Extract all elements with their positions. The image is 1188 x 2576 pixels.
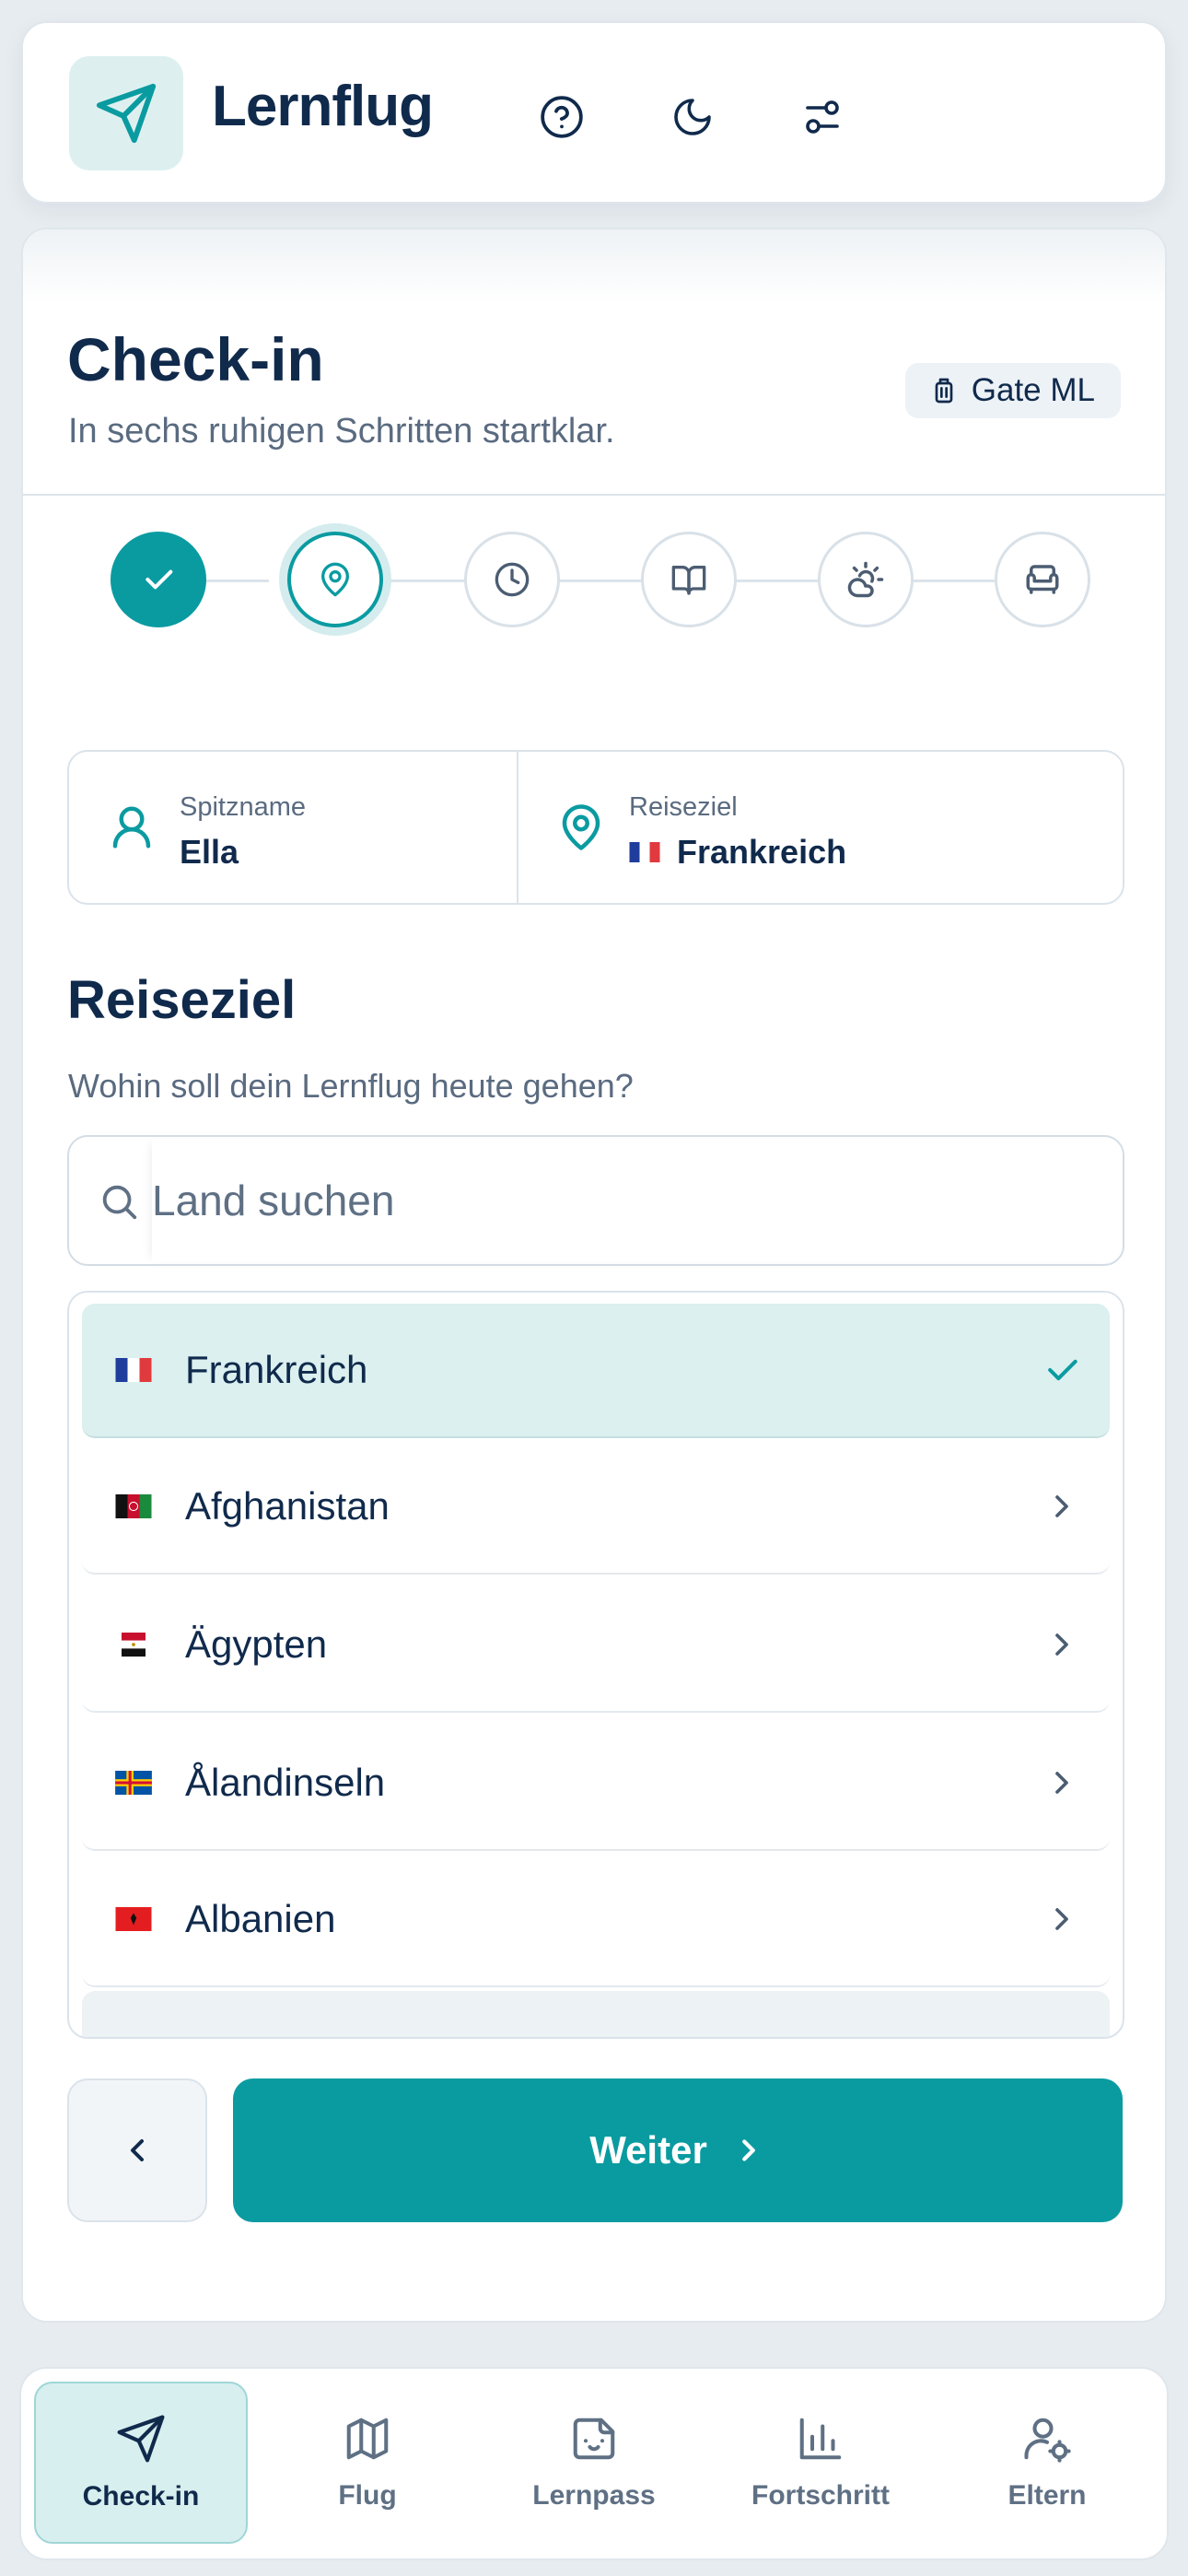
- step-2[interactable]: [287, 532, 383, 627]
- nickname-label: Spitzname: [180, 792, 307, 822]
- flag-france-icon: [629, 842, 660, 862]
- country-item-afghanistan[interactable]: Afghanistan: [82, 1440, 1110, 1575]
- gate-label: Gate ML: [971, 372, 1095, 408]
- nav-label: Eltern: [1007, 2480, 1087, 2511]
- flag-aland-icon: [115, 1771, 152, 1795]
- country-list: Frankreich Afghanistan Ägypten Ålandinse…: [67, 1291, 1124, 2039]
- country-item-aegypten[interactable]: Ägypten: [82, 1578, 1110, 1713]
- map-icon: [346, 2418, 389, 2460]
- clock-icon: [495, 562, 530, 597]
- summary-nickname[interactable]: Spitzname Ella: [69, 752, 518, 903]
- summary-destination[interactable]: Reiseziel Frankreich: [518, 752, 1123, 903]
- user-cog-icon: [1024, 2418, 1071, 2463]
- country-item-albanien[interactable]: Albanien: [82, 1853, 1110, 1987]
- page-subtitle: In sechs ruhigen Schritten startklar.: [68, 412, 615, 451]
- step-3[interactable]: [464, 532, 560, 627]
- help-button[interactable]: [534, 89, 589, 145]
- checkin-summary: Spitzname Ella Reiseziel Frankreich: [67, 750, 1124, 905]
- chevron-right-icon: [1055, 1495, 1068, 1517]
- flag-egypt-icon: [122, 1633, 146, 1657]
- luggage-icon: [935, 378, 953, 404]
- nav-item-flug[interactable]: Flug: [261, 2382, 474, 2544]
- list-item-partial: [82, 1991, 1110, 2037]
- nav-item-fortschritt[interactable]: Fortschritt: [714, 2382, 927, 2544]
- chevron-right-icon: [741, 2139, 755, 2161]
- next-button[interactable]: Weiter: [233, 2078, 1123, 2222]
- country-item-alandinseln[interactable]: Ålandinseln: [82, 1716, 1110, 1851]
- user-icon: [112, 806, 151, 849]
- destination-value: Frankreich: [629, 833, 846, 872]
- settings-button[interactable]: [795, 89, 850, 145]
- sliders-icon: [806, 100, 839, 134]
- destination-label: Reiseziel: [629, 792, 738, 822]
- app-title: Lernflug: [212, 75, 434, 138]
- cloud-sun-icon: [847, 561, 884, 598]
- divider: [23, 494, 1165, 496]
- map-pin-icon: [562, 804, 600, 850]
- next-label: Weiter: [589, 2128, 707, 2172]
- armchair-icon: [1026, 565, 1059, 594]
- search-input[interactable]: [152, 1139, 1119, 1262]
- check-icon: [146, 569, 173, 590]
- nav-label: Check-in: [82, 2481, 200, 2512]
- nickname-value: Ella: [180, 833, 239, 871]
- help-circle-icon: [541, 96, 583, 138]
- step-1[interactable]: [111, 532, 206, 627]
- bar-chart-icon: [799, 2418, 842, 2460]
- section-subtitle: Wohin soll dein Lernflug heute gehen?: [68, 1067, 634, 1105]
- nav-item-checkin[interactable]: Check-in: [34, 2382, 248, 2544]
- moon-icon: [674, 99, 711, 135]
- send-icon: [117, 2415, 165, 2463]
- theme-toggle-button[interactable]: [665, 89, 720, 145]
- book-open-icon: [671, 566, 706, 595]
- chevron-left-icon: [131, 2139, 144, 2161]
- step-4[interactable]: [641, 532, 737, 627]
- app-screen: Lernflug Check-in In sechs ruhigen Schri…: [0, 0, 1188, 2576]
- nav-label: Flug: [338, 2480, 397, 2511]
- country-search: [67, 1135, 1124, 1266]
- flag-albania-icon: [115, 1907, 152, 1931]
- chevron-right-icon: [1055, 1633, 1068, 1656]
- nav-item-eltern[interactable]: Eltern: [940, 2382, 1154, 2544]
- country-name: Frankreich: [185, 1348, 368, 1391]
- section-title: Reiseziel: [67, 970, 297, 1030]
- country-name: Afghanistan: [185, 1484, 390, 1528]
- chevron-right-icon: [1055, 1908, 1068, 1930]
- flag-france-icon: [115, 1358, 152, 1382]
- send-icon: [96, 83, 157, 144]
- map-pin-icon: [321, 562, 349, 597]
- nav-label: Fortschritt: [751, 2480, 890, 2511]
- checkin-card: Check-in In sechs ruhigen Schritten star…: [21, 228, 1167, 2323]
- search-icon: [102, 1185, 137, 1220]
- back-button[interactable]: [67, 2078, 207, 2222]
- nav-label: Lernpass: [532, 2480, 656, 2511]
- gate-badge: Gate ML: [904, 363, 1121, 418]
- nav-item-lernpass[interactable]: Lernpass: [487, 2382, 701, 2544]
- flag-afghanistan-icon: [115, 1494, 152, 1518]
- step-6[interactable]: [995, 532, 1090, 627]
- check-icon: [1048, 1359, 1077, 1381]
- country-name: Albanien: [185, 1897, 336, 1940]
- sticker-icon: [573, 2418, 615, 2460]
- app-header: Lernflug: [21, 21, 1167, 204]
- country-name: Ägypten: [185, 1622, 328, 1666]
- bottom-navigation: Check-in Flug Lernpass Fortschritt Elter…: [19, 2367, 1169, 2560]
- page-title: Check-in: [67, 325, 324, 393]
- country-name: Ålandinseln: [185, 1761, 386, 1804]
- chevron-right-icon: [1055, 1772, 1068, 1794]
- logo: [69, 56, 183, 170]
- country-item-frankreich[interactable]: Frankreich: [82, 1304, 1110, 1438]
- step-5[interactable]: [818, 532, 914, 627]
